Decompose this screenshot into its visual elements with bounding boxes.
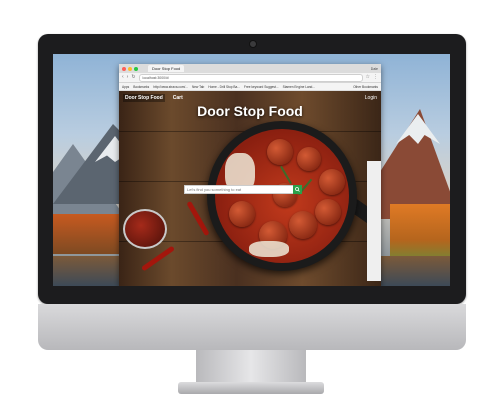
other-bookmarks[interactable]: Other Bookmarks	[353, 85, 378, 89]
food-search-bar	[184, 185, 302, 194]
minimize-window-icon[interactable]	[128, 66, 132, 71]
imac-stand-base	[178, 382, 324, 394]
bookmark-item[interactable]: Home - Drill Stop Ba...	[208, 85, 240, 89]
food-search-input[interactable]	[185, 186, 293, 193]
menu-icon[interactable]: ⋮	[373, 73, 378, 82]
close-window-icon[interactable]	[122, 66, 126, 71]
hero-title: Door Stop Food	[197, 103, 303, 119]
wallpaper-forest	[53, 214, 123, 254]
brand-link[interactable]: Door Stop Food	[123, 93, 165, 102]
browser-toolbar: ‹ › ↻ localhost:3000/#/ ☆ ⋮	[119, 73, 381, 83]
side-panel	[367, 161, 381, 281]
chili-image	[141, 245, 175, 272]
meatball-image	[319, 169, 345, 195]
bookmarks-bar: Apps Bookmarks http://www.strava.com/...…	[119, 83, 381, 91]
login-link[interactable]: Login	[365, 95, 377, 101]
bookmark-item[interactable]: Apps	[122, 85, 129, 89]
cheese-image	[249, 241, 289, 257]
browser-titlebar: Door Stop Food Dale	[119, 64, 381, 73]
meatball-image	[267, 139, 293, 165]
search-button[interactable]	[293, 185, 302, 194]
browser-user[interactable]: Dale	[371, 67, 378, 71]
sauce-jar-image	[123, 209, 167, 249]
search-icon	[295, 187, 300, 192]
meatball-image	[229, 201, 255, 227]
meatball-image	[297, 147, 321, 171]
back-icon[interactable]: ‹	[122, 73, 124, 82]
cart-link[interactable]: Cart	[173, 95, 183, 101]
browser-window: Door Stop Food Dale ‹ › ↻ localhost:3000…	[119, 64, 381, 286]
wallpaper-forest	[390, 204, 450, 264]
bookmark-item[interactable]: New Tab	[192, 85, 204, 89]
imac-stand	[196, 350, 306, 384]
imac-screen: Door Stop Food Dale ‹ › ↻ localhost:3000…	[53, 54, 450, 286]
meatball-image	[315, 199, 341, 225]
bookmark-item[interactable]: Stamen Engine Land...	[283, 85, 315, 89]
web-page: Door Stop Food Cart Login Door Stop Food	[119, 91, 381, 286]
meatball-image	[289, 211, 317, 239]
address-bar[interactable]: localhost:3000/#/	[138, 73, 363, 82]
chili-image	[186, 200, 210, 237]
forward-icon[interactable]: ›	[127, 73, 129, 82]
bookmark-item[interactable]: Bookmarks	[133, 85, 149, 89]
star-icon[interactable]: ☆	[366, 73, 370, 82]
camera-icon	[249, 40, 257, 48]
maximize-window-icon[interactable]	[134, 66, 138, 71]
bookmark-item[interactable]: http://www.strava.com/...	[153, 85, 188, 89]
browser-tab[interactable]: Door Stop Food	[148, 65, 185, 72]
reload-icon[interactable]: ↻	[131, 73, 135, 82]
imac-chin	[38, 304, 466, 350]
bookmark-item[interactable]: Free keyword Suggest...	[244, 85, 279, 89]
